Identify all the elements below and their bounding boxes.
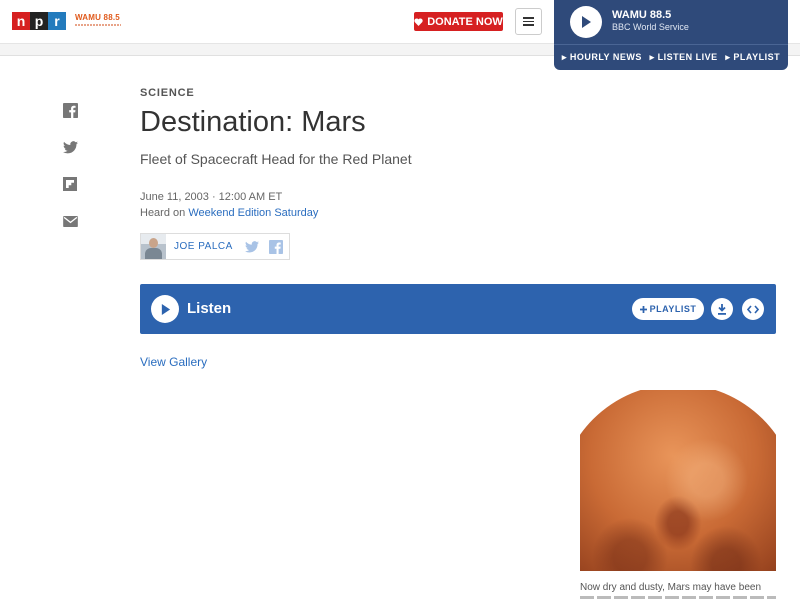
player-playlist-label: PLAYLIST <box>733 52 781 62</box>
player-links: ▸ HOURLY NEWS ▸ LISTEN LIVE ▸ PLAYLIST <box>554 44 788 70</box>
hourly-news-link[interactable]: ▸ HOURLY NEWS <box>562 52 642 63</box>
listen-live-link[interactable]: ▸ LISTEN LIVE <box>650 52 718 63</box>
npr-logo-letter-n: n <box>12 12 30 30</box>
download-icon <box>718 303 726 315</box>
twitter-icon[interactable] <box>62 139 78 155</box>
author-facebook-icon[interactable] <box>269 239 283 254</box>
heart-icon <box>414 17 423 26</box>
byline: JOE PALCA <box>140 233 290 260</box>
play-icon <box>582 16 591 28</box>
hamburger-icon-line <box>523 20 534 23</box>
add-to-playlist-label: PLAYLIST <box>649 304 697 314</box>
player-station-name: WAMU 88.5 <box>612 9 672 21</box>
social-share-bar <box>62 102 78 250</box>
donate-button-label: DONATE NOW <box>427 15 503 28</box>
donate-button[interactable]: DONATE NOW <box>414 12 503 31</box>
player-program-name: BBC World Service <box>612 22 689 32</box>
embed-button[interactable] <box>742 298 764 320</box>
mars-photo[interactable] <box>580 390 776 571</box>
flipboard-icon[interactable] <box>62 176 78 192</box>
section-kicker[interactable]: SCIENCE <box>140 87 195 99</box>
facebook-icon[interactable] <box>62 102 78 118</box>
photo-caption-cutoff <box>580 594 776 600</box>
add-to-playlist-button[interactable]: PLAYLIST <box>632 298 704 320</box>
player-playlist-link[interactable]: ▸ PLAYLIST <box>725 52 780 63</box>
author-name-link[interactable]: JOE PALCA <box>174 241 233 252</box>
station-logo[interactable]: WAMU 88.5 <box>75 13 125 29</box>
npr-logo[interactable]: n p r <box>12 12 66 30</box>
author-twitter-icon[interactable] <box>245 240 259 254</box>
live-radio-player: WAMU 88.5 BBC World Service ▸ HOURLY NEW… <box>554 0 788 70</box>
audio-listen-bar: Listen PLAYLIST <box>140 284 776 334</box>
hourly-news-label: HOURLY NEWS <box>569 52 642 62</box>
plus-icon <box>639 305 647 313</box>
embed-icon <box>747 304 759 314</box>
heard-on-prefix: Heard on <box>140 207 189 219</box>
email-icon[interactable] <box>62 213 78 229</box>
listen-live-label: LISTEN LIVE <box>657 52 718 62</box>
program-link[interactable]: Weekend Edition Saturday <box>188 207 318 219</box>
author-avatar[interactable] <box>141 234 166 259</box>
npr-logo-letter-r: r <box>48 12 66 30</box>
hamburger-icon-line <box>523 17 534 19</box>
npr-logo-letter-p: p <box>30 12 48 30</box>
mars-planet-image <box>580 390 776 571</box>
author-social-links <box>245 239 283 254</box>
play-icon <box>161 303 170 315</box>
caption-cutoff-line <box>580 596 776 599</box>
player-play-button[interactable] <box>570 6 602 38</box>
listen-label[interactable]: Listen <box>187 300 231 317</box>
station-logo-text: WAMU 88.5 <box>75 13 120 22</box>
page-subtitle: Fleet of Spacecraft Head for the Red Pla… <box>140 151 412 167</box>
station-tagline-graphic <box>75 24 121 26</box>
view-gallery-link[interactable]: View Gallery <box>140 355 207 369</box>
heard-on: Heard on Weekend Edition Saturday <box>140 207 318 219</box>
page-title: Destination: Mars <box>140 106 366 138</box>
photo-caption: Now dry and dusty, Mars may have been <box>580 582 762 593</box>
menu-button[interactable] <box>515 8 542 35</box>
hamburger-icon-line <box>523 24 534 26</box>
listen-play-button[interactable] <box>151 295 179 323</box>
article-dateline: June 11, 2003 · 12:00 AM ET <box>140 191 283 203</box>
download-button[interactable] <box>711 298 733 320</box>
